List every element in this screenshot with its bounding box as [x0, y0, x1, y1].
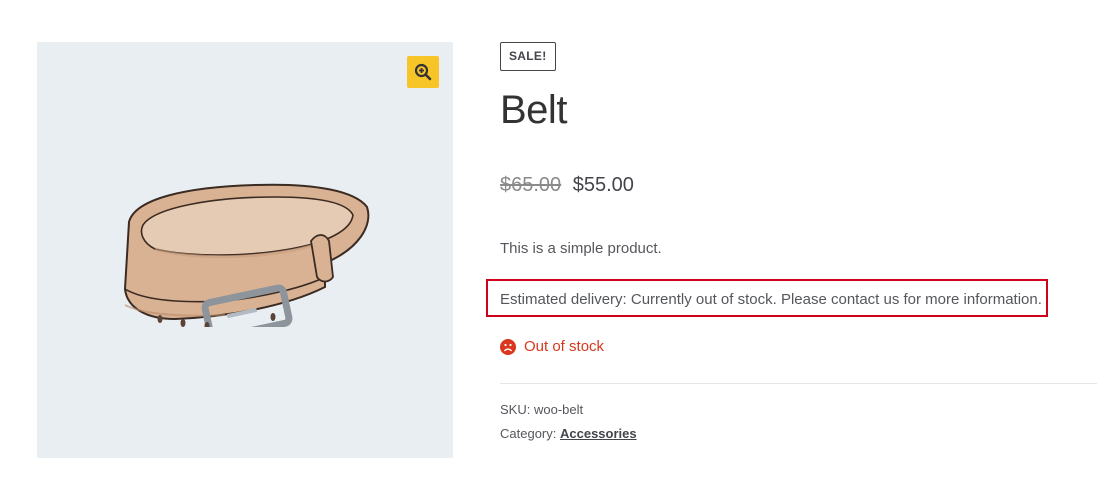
price: $65.00 $55.00 [500, 174, 634, 197]
belt-product-image[interactable] [115, 177, 375, 327]
category-meta: Category: Accessories [500, 426, 637, 441]
zoom-button[interactable] [407, 56, 439, 88]
estimated-delivery-notice: Estimated delivery: Currently out of sto… [486, 279, 1048, 317]
frown-icon [500, 338, 516, 355]
stock-status-label: Out of stock [524, 338, 605, 355]
category-link[interactable]: Accessories [560, 426, 637, 441]
sale-price: $55.00 [572, 174, 634, 196]
sku-value: woo-belt [533, 402, 584, 417]
product-title: Belt [500, 88, 567, 132]
category-label: Category: [500, 426, 557, 441]
zoom-in-icon [414, 63, 432, 81]
divider [500, 383, 1097, 384]
regular-price: $65.00 [500, 174, 562, 196]
sku-label: SKU: [500, 402, 531, 417]
sale-badge: SALE! [500, 42, 556, 71]
product-summary: SALE! Belt $65.00 $55.00 This is a simpl… [486, 0, 1097, 479]
short-description: This is a simple product. [500, 240, 662, 257]
sku-meta: SKU: woo-belt [500, 402, 583, 417]
stock-status: Out of stock [500, 338, 604, 355]
product-gallery [37, 42, 453, 458]
